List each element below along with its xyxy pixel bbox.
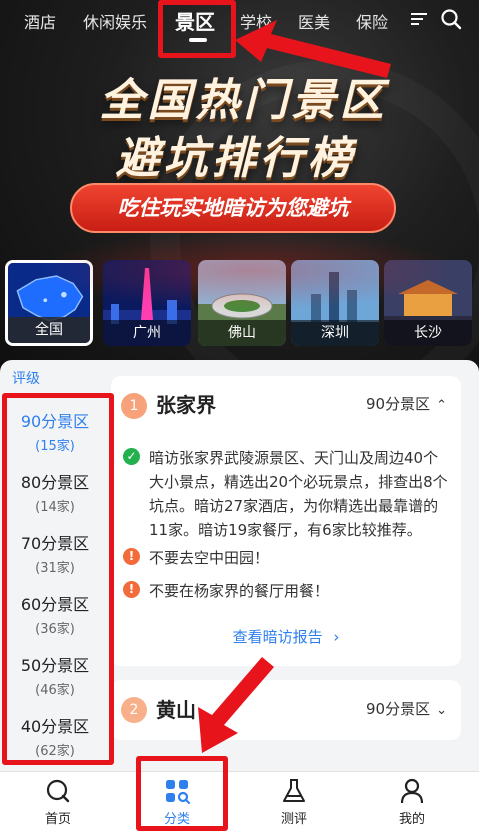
city-label: 广州 xyxy=(103,320,191,346)
chevron-up-icon: ⌃ xyxy=(436,398,447,413)
warning-text: 不要在杨家界的餐厅用餐！ xyxy=(149,582,330,600)
tab-hotel[interactable]: 酒店 xyxy=(24,9,56,33)
sidebar-title: 评级 xyxy=(12,371,40,387)
annotation-arrow-bottom xyxy=(198,657,274,753)
card-grade-toggle[interactable]: 90分景区 ⌄ xyxy=(366,698,447,719)
annotation-box-category-nav xyxy=(136,756,228,831)
city-selector: 全国 广州 佛山 深圳 长沙 xyxy=(5,260,479,348)
city-label: 佛山 xyxy=(198,320,286,346)
city-card-shenzhen[interactable]: 深圳 xyxy=(291,260,379,346)
warning-row: ! 不要去空中田园！ xyxy=(123,546,453,570)
annotation-box-grade-sidebar xyxy=(2,393,114,765)
view-report-link[interactable]: 查看暗访报告 › xyxy=(111,626,461,647)
user-icon xyxy=(400,778,424,804)
card-title: 黄山 xyxy=(156,698,196,722)
card-grade-toggle[interactable]: 90分景区 ⌃ xyxy=(366,393,447,414)
hero-title-line2: 避坑排行榜 xyxy=(115,133,356,184)
summary-row: ✓ 暗访张家界武陵源景区、天门山及周边40个大小景点，精选出20个必玩景点，排查… xyxy=(123,446,453,542)
summary-text: 暗访张家界武陵源景区、天门山及周边40个大小景点，精选出20个必玩景点，排查出8… xyxy=(149,449,448,539)
annotation-box-scenic-tab xyxy=(158,0,236,58)
search-icon[interactable] xyxy=(440,8,462,30)
warning-icon: ! xyxy=(123,548,140,565)
menu-icon[interactable] xyxy=(410,10,428,28)
tab-leisure[interactable]: 休闲娱乐 xyxy=(83,9,147,33)
annotation-arrow-top xyxy=(235,20,391,78)
nav-label: 首页 xyxy=(44,812,71,827)
card-title: 张家界 xyxy=(156,393,216,417)
warning-icon: ! xyxy=(123,581,140,598)
card-grade-label: 90分景区 xyxy=(366,700,431,718)
city-label: 深圳 xyxy=(291,320,379,346)
nav-home[interactable]: 首页 xyxy=(18,778,98,827)
flask-icon xyxy=(283,779,305,802)
search-home-icon xyxy=(46,779,70,803)
city-label: 长沙 xyxy=(384,320,472,346)
chevron-down-icon: ⌄ xyxy=(436,703,447,718)
chevron-right-icon: › xyxy=(333,628,340,646)
scenic-card-zhangjiajie: 1 张家界 90分景区 ⌃ ✓ 暗访张家界武陵源景区、天门山及周边40个大小景点，… xyxy=(111,376,461,666)
nav-label: 我的 xyxy=(398,812,425,827)
city-label: 全国 xyxy=(8,317,90,343)
bottom-nav: 首页 分类 测评 我的 xyxy=(0,771,479,831)
nav-label: 测评 xyxy=(280,812,307,827)
nav-profile[interactable]: 我的 xyxy=(372,778,452,827)
rank-badge: 1 xyxy=(121,393,147,419)
view-report-label: 查看暗访报告 xyxy=(232,628,323,646)
city-card-nationwide[interactable]: 全国 xyxy=(5,260,93,346)
check-icon: ✓ xyxy=(123,448,140,465)
city-card-foshan[interactable]: 佛山 xyxy=(198,260,286,346)
card-grade-label: 90分景区 xyxy=(366,395,431,413)
scenic-card-huangshan[interactable]: 2 黄山 90分景区 ⌄ xyxy=(111,680,461,740)
nav-review[interactable]: 测评 xyxy=(254,778,334,827)
hero-banner: 吃住玩实地暗访为您避坑 xyxy=(70,183,396,233)
city-card-guangzhou[interactable]: 广州 xyxy=(103,260,191,346)
city-card-changsha[interactable]: 长沙 xyxy=(384,260,472,346)
warning-row: ! 不要在杨家界的餐厅用餐！ xyxy=(123,579,453,603)
rank-badge: 2 xyxy=(121,697,147,723)
warning-text: 不要去空中田园！ xyxy=(149,549,270,567)
